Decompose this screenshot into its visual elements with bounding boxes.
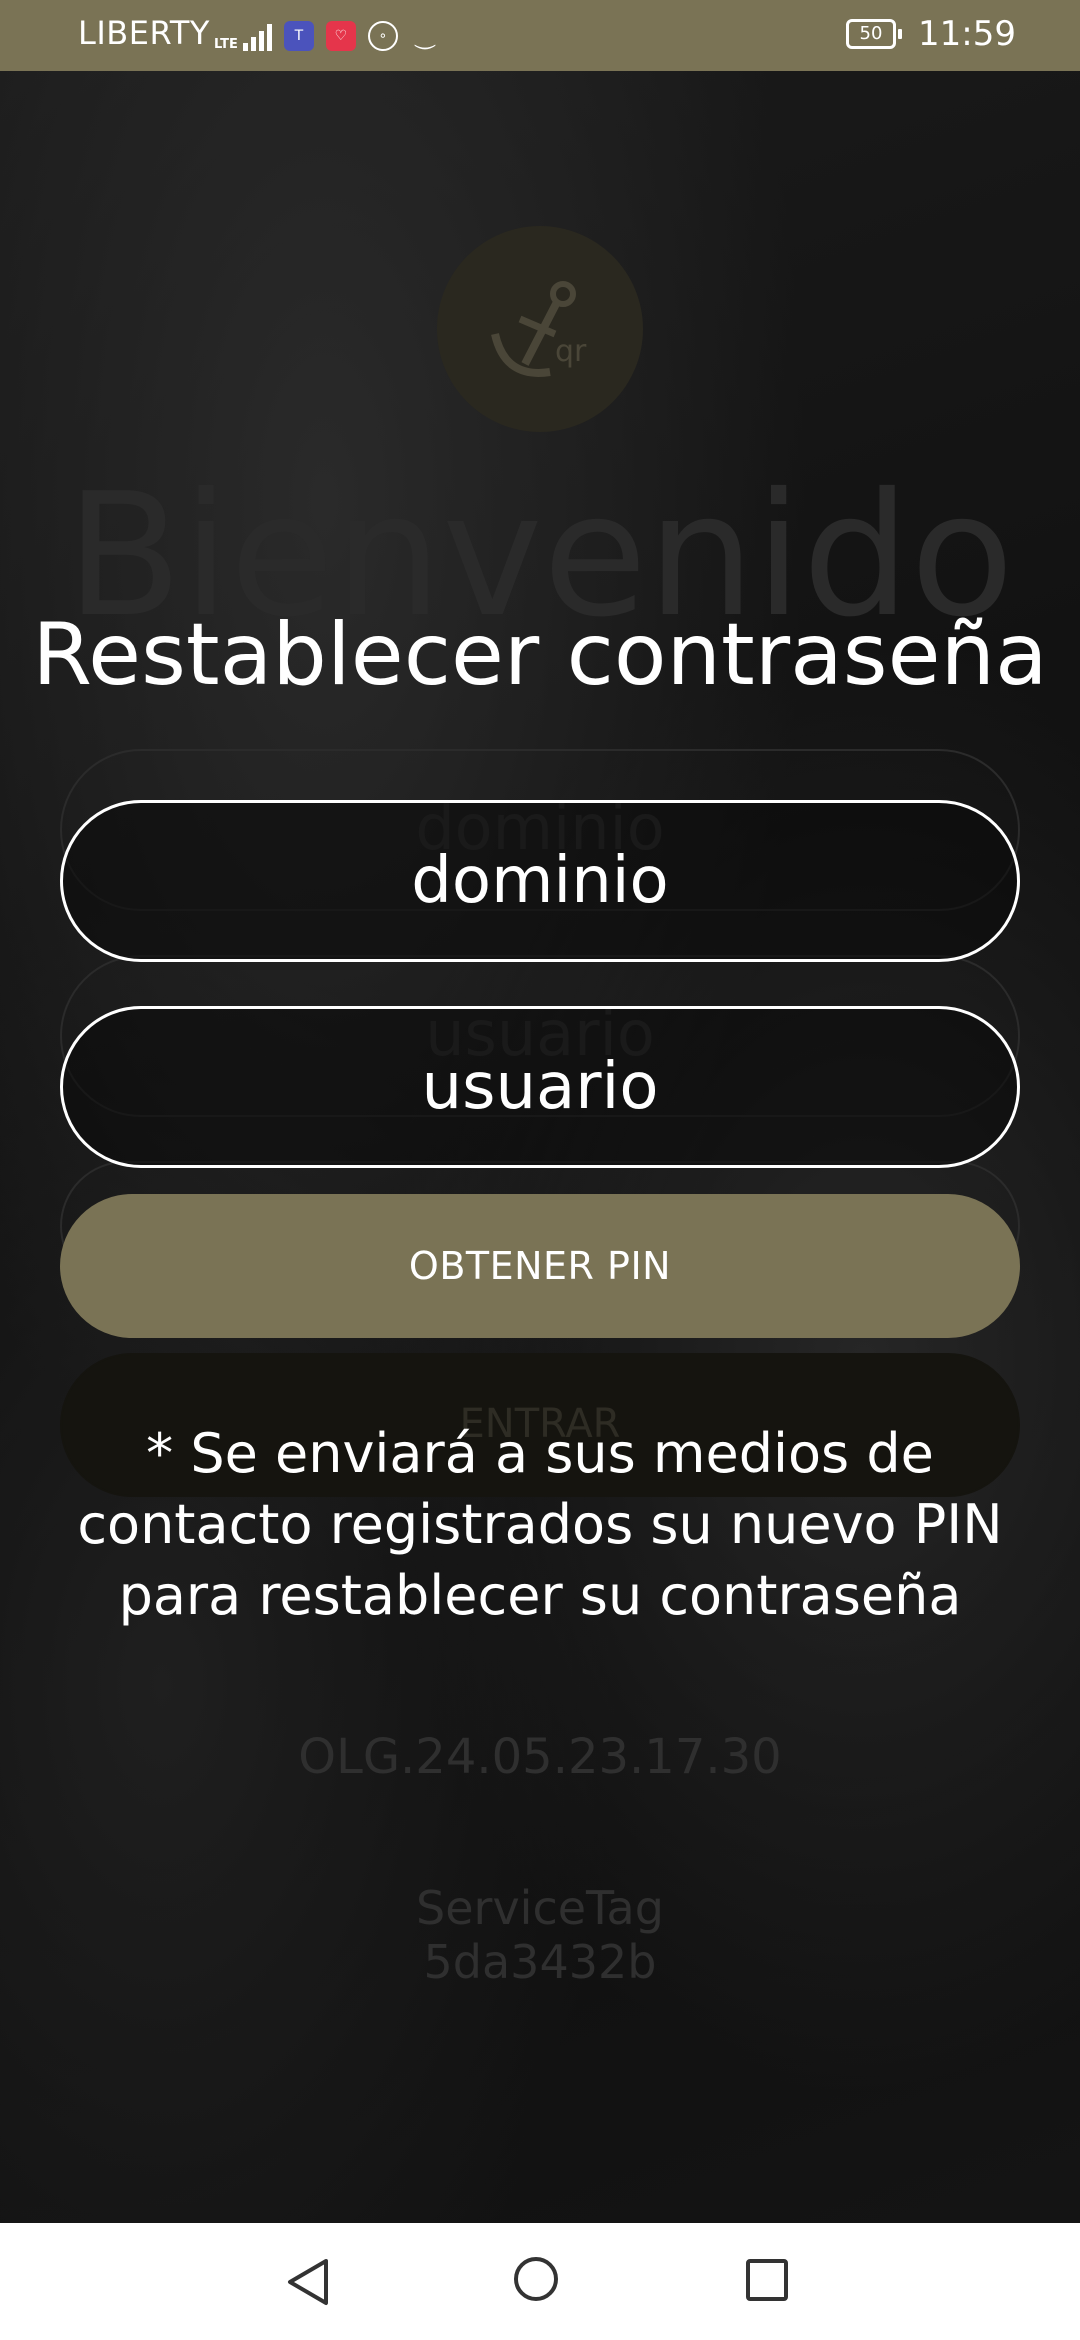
domain-input[interactable]: dominio [60, 800, 1020, 962]
user-placeholder: usuario [421, 1050, 659, 1124]
chat-icon: ∘ [367, 21, 398, 51]
signal-icon: LTE [214, 21, 272, 51]
back-icon[interactable] [284, 2257, 332, 2307]
status-bar: LIBERTY LTE T ♡ ∘ ⏝ 50 11:59 [0, 0, 1080, 71]
get-pin-button[interactable]: OBTENER PIN [60, 1194, 1020, 1338]
user-input[interactable]: usuario [60, 1006, 1020, 1168]
voicemail-icon: ⏝ [414, 23, 436, 49]
pin-note: * Se enviará a sus medios de contacto re… [77, 1422, 1003, 1627]
get-pin-label: OBTENER PIN [408, 1244, 672, 1288]
background-service-tag-label: ServiceTag [416, 1881, 664, 1935]
home-icon[interactable] [514, 2257, 558, 2301]
battery-icon: 50 [846, 19, 902, 49]
carrier-name: LIBERTY [78, 14, 210, 52]
domain-placeholder: dominio [411, 844, 669, 918]
status-icons: LTE T ♡ ∘ ⏝ [214, 16, 440, 56]
anchor-logo-icon: qr [437, 226, 643, 432]
background-service-tag-value: 5da3432b [423, 1935, 657, 1989]
logo-text: qr [555, 334, 587, 369]
navigation-bar [0, 2223, 1080, 2340]
network-type: LTE [214, 37, 238, 52]
recent-apps-icon[interactable] [746, 2259, 788, 2301]
anchor-icon [491, 281, 576, 377]
reset-password-title: Restablecer contraseña [32, 605, 1048, 705]
background-version: OLG.24.05.23.17.30 [298, 1729, 782, 1785]
status-time: 11:59 [918, 14, 1016, 54]
appgallery-icon: ♡ [325, 21, 356, 51]
teams-icon: T [283, 21, 314, 51]
